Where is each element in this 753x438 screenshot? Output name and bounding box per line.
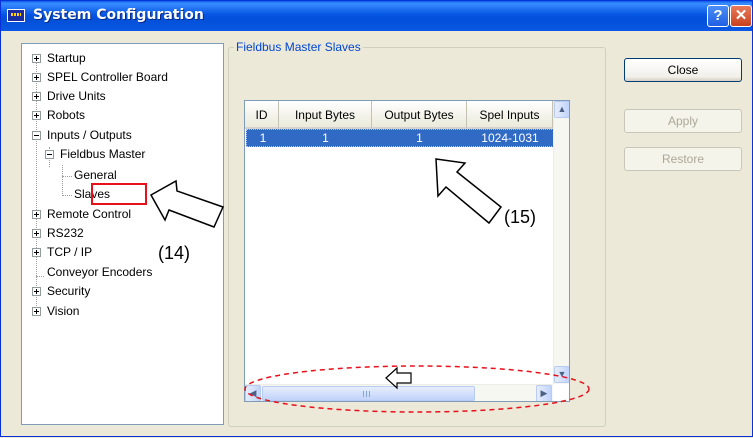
configuration-tree[interactable]: Startup SPEL Controller Board Drive Unit… [21,43,224,425]
scroll-left-button[interactable]: ◀ [245,385,261,401]
expand-icon[interactable] [32,210,41,219]
table-row[interactable]: 1 1 1 1024-1031 [246,129,554,147]
expand-icon[interactable] [32,287,41,296]
callout-label-15: (15) [504,207,537,227]
cell-spel-inputs: 1024-1031 [481,131,539,145]
tree-item-label: Security [47,284,91,298]
tree-item-label: SPEL Controller Board [47,70,168,84]
column-header-spel-inputs[interactable]: Spel Inputs [467,101,553,129]
expand-icon[interactable] [32,73,41,82]
expand-icon[interactable] [32,92,41,101]
expand-icon[interactable] [32,229,41,238]
column-header-output-bytes[interactable]: Output Bytes [372,101,467,129]
apply-button[interactable]: Apply [624,109,742,133]
collapse-icon[interactable] [45,150,54,159]
tree-item-label: TCP / IP [47,245,93,259]
vertical-scrollbar[interactable]: ▲ ▼ [553,101,569,384]
tree-item-label: Vision [47,304,80,318]
tree-item-label: Conveyor Encoders [47,265,153,279]
group-title: Fieldbus Master Slaves [234,40,363,54]
horizontal-scroll-thumb[interactable] [262,386,475,401]
tree-item-label: RS232 [47,226,84,240]
slaves-highlight-box [91,183,147,205]
collapse-icon[interactable] [32,131,41,140]
column-header-id[interactable]: ID [245,101,279,129]
column-header-input-bytes[interactable]: Input Bytes [279,101,372,129]
close-button[interactable]: Close [624,58,742,82]
callout-label-14: (14) [158,243,191,263]
expand-icon[interactable] [32,54,41,63]
restore-button[interactable]: Restore [624,147,742,171]
window-close-button[interactable]: ✕ [730,5,752,27]
system-configuration-window: System Configuration ? ✕ Startup SPEL Co… [0,0,753,437]
cell-output-bytes: 1 [416,131,423,145]
tree-item-label: Fieldbus Master [60,147,146,161]
title-bar[interactable]: System Configuration ? ✕ [1,1,752,31]
expand-icon[interactable] [32,307,41,316]
tree-item-label: Inputs / Outputs [47,128,132,142]
cell-id: 1 [259,131,267,145]
window-title: System Configuration [33,7,204,23]
tree-item-label: Remote Control [47,207,132,221]
expand-icon[interactable] [32,111,41,120]
horizontal-scrollbar[interactable]: ◀ ▶ [245,384,553,401]
scroll-right-button[interactable]: ▶ [536,385,552,401]
scroll-down-button[interactable]: ▼ [554,366,569,383]
tree-item-label: Drive Units [47,89,106,103]
tree-item-label: General [74,168,117,182]
controller-board-icon [7,9,25,22]
tree-item-label: Startup [47,51,86,65]
scroll-up-button[interactable]: ▲ [554,101,569,118]
slaves-grid[interactable]: ID Input Bytes Output Bytes Spel Inputs … [244,100,570,402]
help-button[interactable]: ? [707,5,729,27]
expand-icon[interactable] [32,248,41,257]
tree-item-label: Robots [47,108,86,122]
cell-input-bytes: 1 [322,131,329,145]
